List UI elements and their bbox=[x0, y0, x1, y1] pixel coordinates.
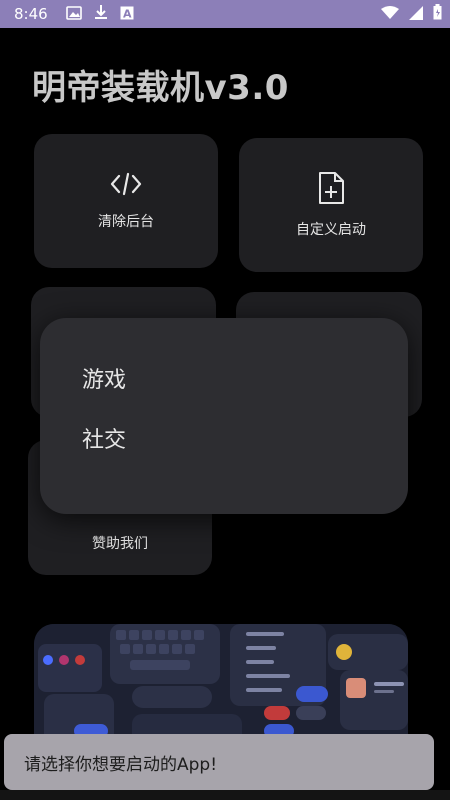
category-popup: 游戏 社交 bbox=[40, 318, 408, 514]
code-icon bbox=[109, 171, 143, 197]
clear-background-label: 清除后台 bbox=[98, 214, 154, 230]
font-icon: A bbox=[120, 5, 134, 24]
custom-launch-label: 自定义启动 bbox=[296, 222, 366, 238]
clear-background-card[interactable]: 清除后台 bbox=[34, 134, 218, 268]
status-bar: 8:46 A bbox=[0, 0, 450, 28]
download-icon bbox=[94, 4, 108, 24]
svg-text:A: A bbox=[123, 7, 132, 20]
wifi-icon bbox=[381, 5, 399, 24]
custom-launch-card[interactable]: 自定义启动 bbox=[239, 138, 423, 272]
sponsor-label: 赞助我们 bbox=[92, 536, 148, 552]
status-time: 8:46 bbox=[14, 5, 48, 23]
popup-item-social[interactable]: 社交 bbox=[82, 422, 126, 454]
app-title: 明帝装载机v3.0 bbox=[32, 68, 289, 108]
toast-message: 请选择你想要启动的App! bbox=[4, 734, 434, 790]
battery-icon bbox=[433, 4, 442, 24]
popup-item-game[interactable]: 游戏 bbox=[82, 362, 126, 394]
image-icon bbox=[65, 5, 82, 24]
bottom-bar-peek bbox=[0, 790, 450, 800]
file-add-icon bbox=[317, 171, 345, 205]
toast-text: 请选择你想要启动的App! bbox=[24, 754, 218, 775]
signal-icon bbox=[409, 5, 423, 24]
